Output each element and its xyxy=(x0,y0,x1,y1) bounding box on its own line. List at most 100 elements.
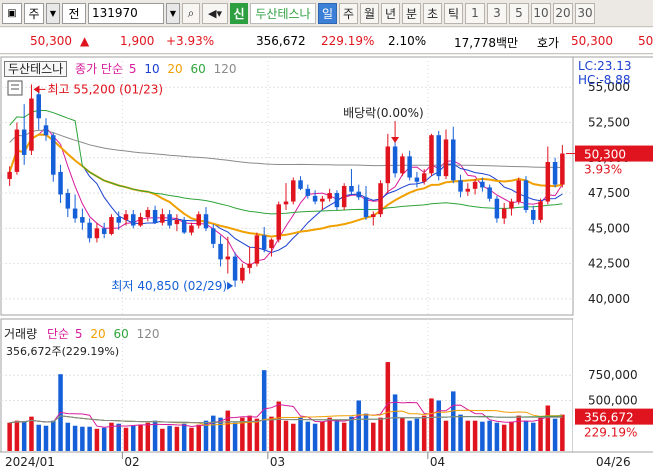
candle-body xyxy=(109,217,114,234)
vol-ma20-label: 20 xyxy=(90,327,106,341)
candle-body xyxy=(167,214,172,226)
candle-body xyxy=(36,94,41,119)
volume-bar xyxy=(538,417,543,451)
price-change-pct: +3.93% xyxy=(166,34,215,48)
volume-bar xyxy=(509,421,514,451)
volume-current: 356,672주(229.19%) xyxy=(6,345,120,358)
volume-bar xyxy=(349,416,354,451)
quote-price-cut: 50 xyxy=(638,34,653,48)
candle-body xyxy=(443,139,449,177)
candle-body xyxy=(538,201,543,220)
volume-bar xyxy=(371,422,376,451)
type-select[interactable]: 전 xyxy=(62,2,86,24)
volume-bar xyxy=(356,400,361,451)
candle-body xyxy=(116,217,121,223)
candle-body xyxy=(58,171,63,195)
vol-ma60-label: 60 xyxy=(113,327,129,341)
stock-chart[interactable]: 55,00052,50050,00047,50045,00042,50040,0… xyxy=(0,55,653,472)
volume-bar xyxy=(7,422,12,451)
price-bar: 50,300 ▲ 1,900 +3.93% 356,672 229.19% 2.… xyxy=(0,28,653,54)
last-price-value: 50,300 xyxy=(584,148,626,162)
volume-bar xyxy=(458,414,463,451)
interval-5[interactable]: 5 xyxy=(509,2,529,24)
volume-bar xyxy=(276,401,281,451)
x-axis-label: 04/26 xyxy=(596,455,631,469)
volume-bar xyxy=(407,420,412,451)
candle-body xyxy=(7,171,12,179)
volume-bar xyxy=(80,426,85,451)
candle-body xyxy=(101,228,107,234)
candle-body xyxy=(80,217,85,223)
volume-bar xyxy=(531,422,536,451)
period-day[interactable]: 일 xyxy=(318,2,337,24)
candle-body xyxy=(312,195,318,202)
interval-20[interactable]: 20 xyxy=(553,2,573,24)
volume-bar xyxy=(36,424,41,451)
candle-body xyxy=(429,135,434,174)
speaker-icon[interactable]: ◀▾ xyxy=(202,2,228,24)
ma20-label: 20 xyxy=(167,62,183,76)
volume-bar xyxy=(43,425,49,451)
x-axis-label: 2024/01 xyxy=(5,455,55,469)
period-week[interactable]: 주 xyxy=(339,2,358,24)
volume-bar xyxy=(400,417,405,451)
candle-body xyxy=(421,173,427,182)
candle-body xyxy=(160,214,165,223)
period-second[interactable]: 초 xyxy=(423,2,442,24)
volume-bar xyxy=(560,414,565,451)
volume-bar xyxy=(131,425,136,451)
period-month[interactable]: 월 xyxy=(360,2,379,24)
new-listing-badge: 신 xyxy=(230,2,248,24)
candle-body xyxy=(232,256,238,281)
candle-body xyxy=(516,180,521,202)
market-dropdown-icon[interactable]: ▼ xyxy=(46,2,60,24)
volume-bar xyxy=(14,420,20,451)
volume-bar xyxy=(429,398,434,451)
volume-bar xyxy=(451,391,456,451)
candle-body xyxy=(451,139,456,181)
interval-10[interactable]: 10 xyxy=(531,2,551,24)
candle-body xyxy=(305,188,311,196)
window-menu-icon[interactable]: ▣ xyxy=(2,2,22,24)
period-minute[interactable]: 분 xyxy=(402,2,421,24)
interval-30[interactable]: 30 xyxy=(575,2,595,24)
interval-1[interactable]: 1 xyxy=(465,2,485,24)
candle-body xyxy=(72,208,78,219)
market-select[interactable]: 주 xyxy=(24,2,44,24)
period-tick[interactable]: 틱 xyxy=(444,2,463,24)
candle-body xyxy=(291,180,296,202)
candle-body xyxy=(203,214,209,229)
price-tick-label: 40,000 xyxy=(588,292,630,306)
toolbar: ▣ 주 ▼ 전 131970 ▼ ⌕ ◀▾ 신 두산테스나 일 주 월 년 분 … xyxy=(0,0,653,27)
volume-bar xyxy=(181,423,187,451)
candle-body xyxy=(261,235,267,250)
volume-bar xyxy=(414,418,420,451)
volume-bar xyxy=(283,420,289,451)
code-input[interactable]: 131970 xyxy=(88,2,164,24)
candle-body xyxy=(254,235,260,264)
volume-bar xyxy=(101,427,107,451)
candle-body xyxy=(269,239,274,249)
interval-3[interactable]: 3 xyxy=(487,2,507,24)
volume-bar xyxy=(51,420,56,451)
x-axis-label: 04 xyxy=(430,455,445,469)
chart-area[interactable]: 55,00052,50050,00047,50045,00042,50040,0… xyxy=(0,55,653,472)
volume-bar xyxy=(487,420,492,451)
candle-body xyxy=(494,198,500,219)
candle-body xyxy=(21,129,27,155)
candle-body xyxy=(363,197,369,218)
candle-body xyxy=(385,146,391,184)
price-tick-label: 42,500 xyxy=(588,257,630,271)
candle-body xyxy=(400,156,405,174)
volume-bar xyxy=(378,417,383,451)
code-dropdown-icon[interactable]: ▼ xyxy=(166,2,180,24)
volume-bar xyxy=(138,424,143,451)
period-year[interactable]: 년 xyxy=(381,2,400,24)
search-icon[interactable]: ⌕ xyxy=(182,2,200,24)
candle-body xyxy=(51,135,56,175)
vol-ma5-label: 5 xyxy=(74,327,83,341)
last-price-pct: 3.93% xyxy=(584,163,622,177)
candle-body xyxy=(218,243,223,260)
current-price: 50,300 xyxy=(30,34,72,48)
volume-bar xyxy=(320,421,325,451)
